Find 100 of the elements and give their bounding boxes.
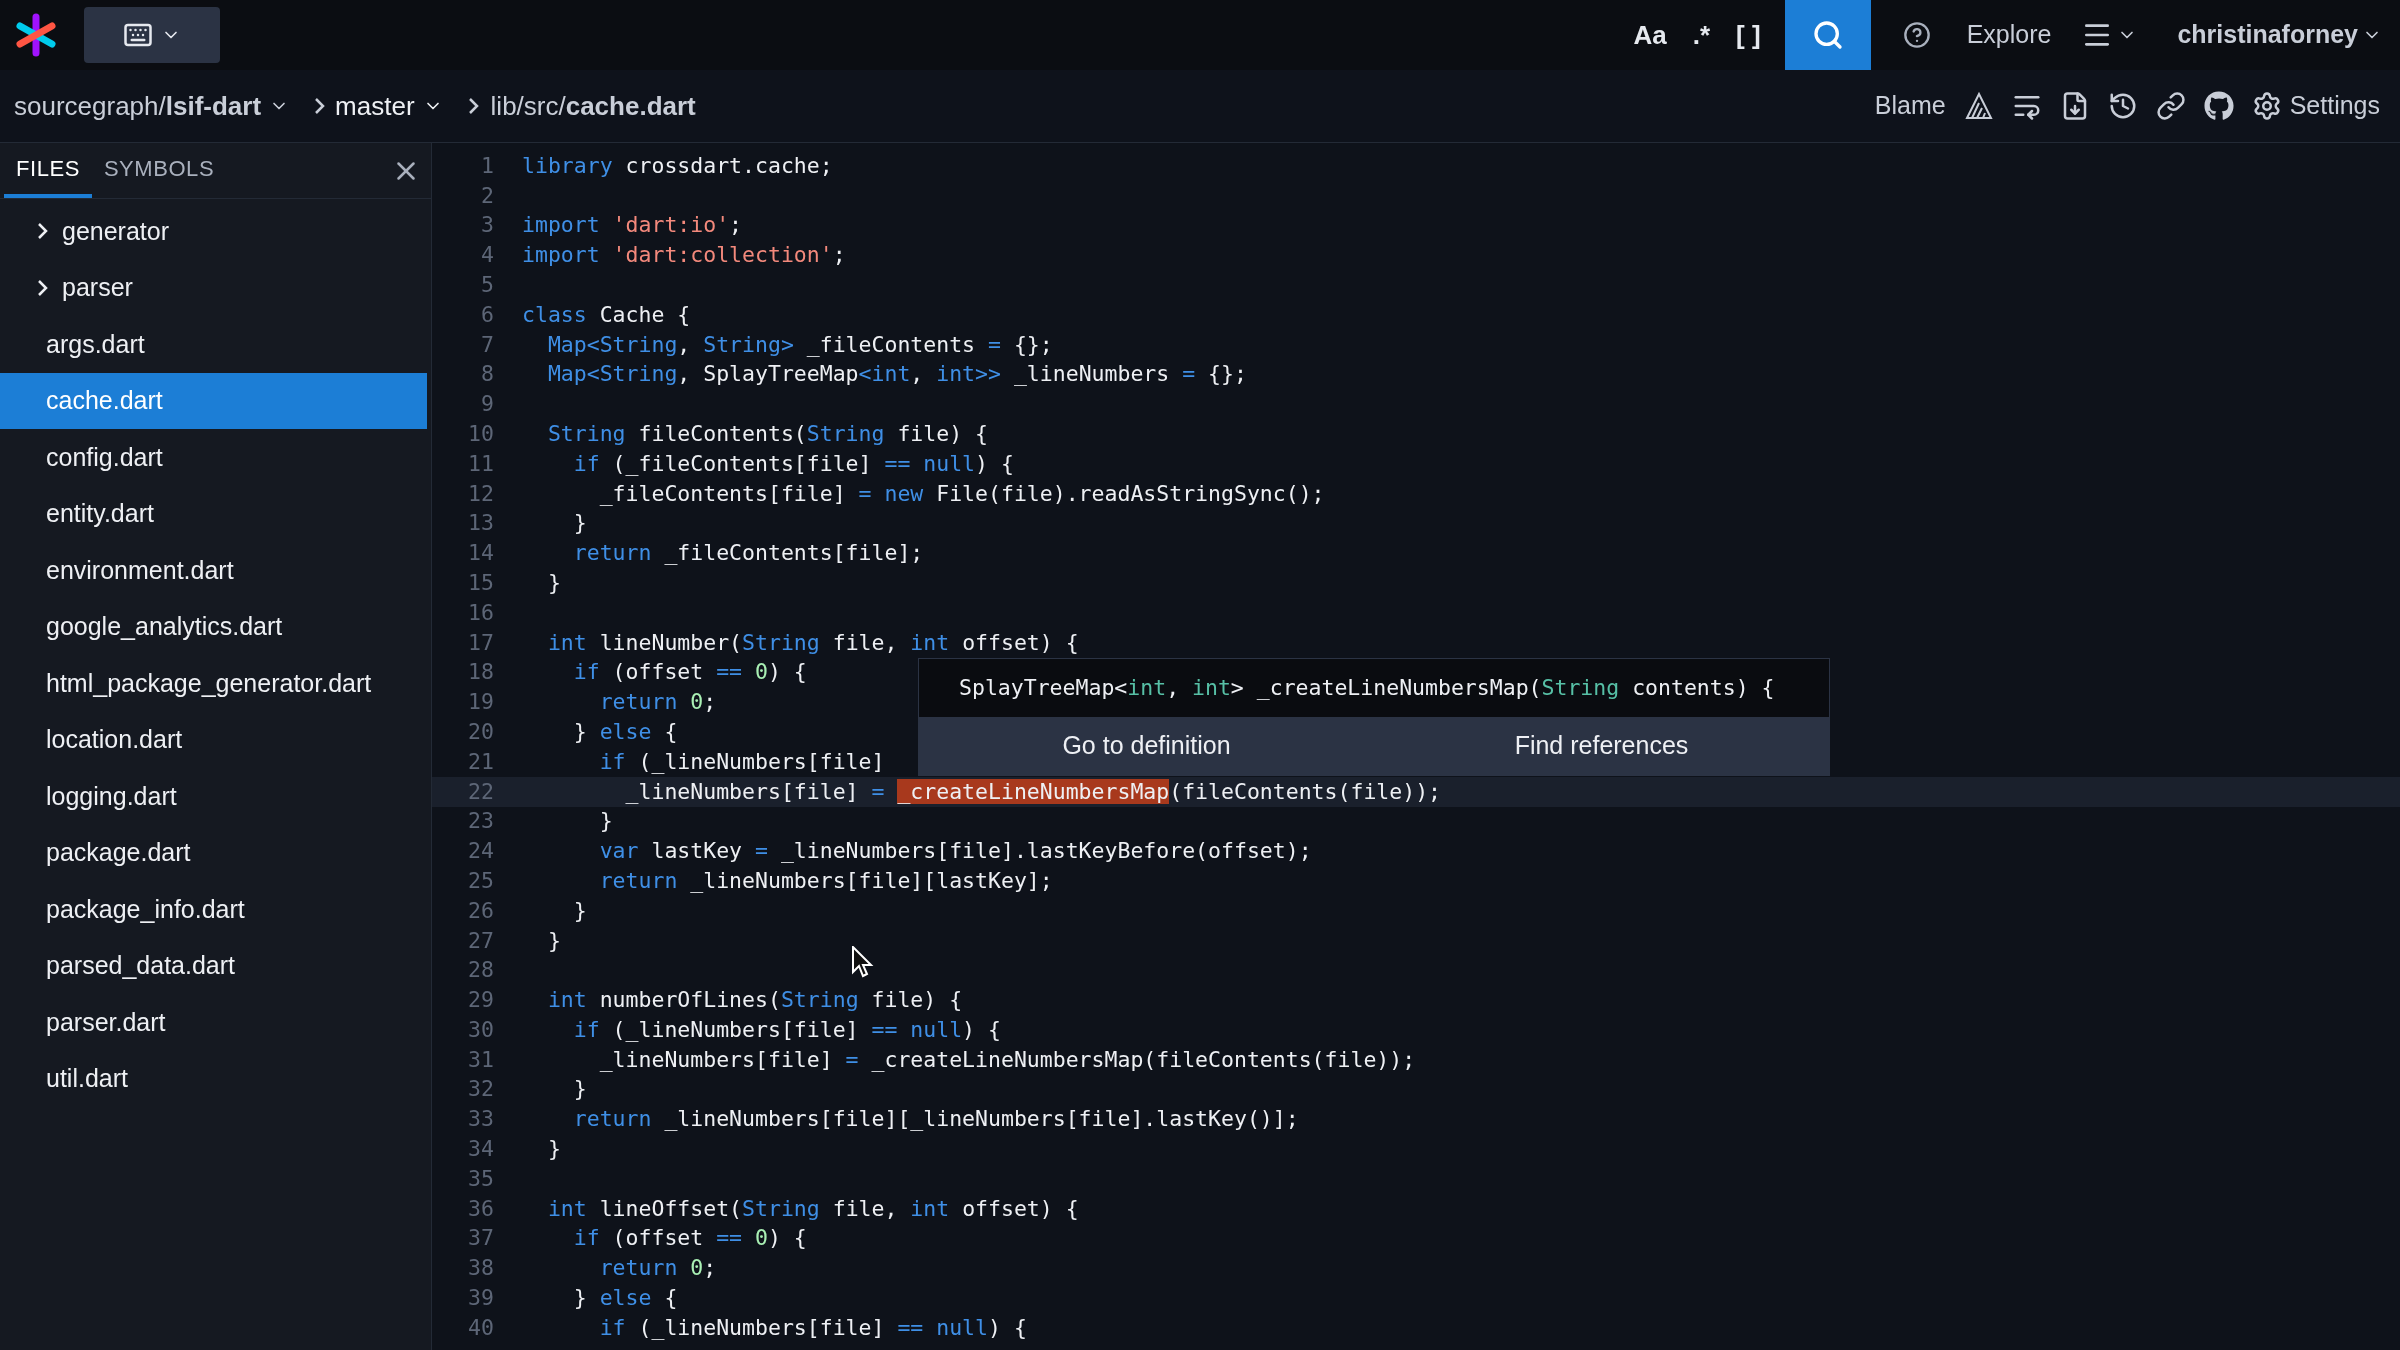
code-line: class Cache { xyxy=(522,300,691,329)
line-number: 14 xyxy=(467,539,494,568)
line-number: 8 xyxy=(480,360,494,389)
github-icon[interactable] xyxy=(2203,91,2234,121)
line-number: 7 xyxy=(480,330,494,359)
line-number: 12 xyxy=(467,479,494,508)
line-number: 27 xyxy=(467,926,494,955)
code-line: } xyxy=(546,568,561,597)
line-number: 28 xyxy=(467,956,494,985)
settings-button[interactable]: Settings xyxy=(2251,87,2380,125)
code-line: return _lineNumbers[file][lastKey]; xyxy=(598,866,1053,895)
blame-button[interactable]: Blame xyxy=(1874,87,1946,125)
line-number: 3 xyxy=(480,211,494,240)
code-line: if (_lineNumbers[file] == null) { xyxy=(598,1313,1027,1342)
line-number: 4 xyxy=(480,241,494,270)
code-line: if (_fileContents[file] == null) { xyxy=(572,449,1014,478)
search-toggle[interactable]: .* xyxy=(1688,15,1715,55)
code-line: int numberOfLines(String file) { xyxy=(546,986,963,1015)
explore-link[interactable]: Explore xyxy=(1966,16,2052,54)
line-number: 23 xyxy=(467,807,494,836)
line-number: 38 xyxy=(467,1254,494,1283)
file-tree-item[interactable]: package_info.dart xyxy=(0,881,427,938)
tooltip-action-button[interactable]: Go to definition xyxy=(919,717,1374,775)
search-icon xyxy=(1811,19,1844,51)
mouse-pointer-icon xyxy=(852,946,874,978)
line-number: 21 xyxy=(467,747,494,776)
line-number: 36 xyxy=(467,1194,494,1223)
line-number: 35 xyxy=(467,1164,494,1193)
code-line: } xyxy=(546,1135,561,1164)
search-button[interactable] xyxy=(1784,0,1871,70)
line-number: 22 xyxy=(467,777,494,806)
line-number: 24 xyxy=(467,837,494,866)
file-tree-item[interactable]: args.dart xyxy=(0,316,427,373)
help-icon[interactable] xyxy=(1902,21,1931,49)
code-line: int lineNumber(String file, int offset) { xyxy=(546,628,1079,657)
file-tree-item[interactable]: html_package_generator.dart xyxy=(0,655,427,712)
line-number: 31 xyxy=(467,1045,494,1074)
line-number: 2 xyxy=(480,181,494,210)
code-line: return _fileContents[file]; xyxy=(572,539,924,568)
code-line: int lineOffset(String file, int offset) { xyxy=(546,1194,1079,1223)
file-tree-item[interactable]: parser xyxy=(0,259,427,316)
keyboard-dropdown-button[interactable] xyxy=(84,7,220,63)
code-line: Map<String, SplayTreeMap<int, int>> _lineNumbers = {}; xyxy=(546,360,1247,389)
line-number: 17 xyxy=(467,628,494,657)
code-line: } xyxy=(572,509,587,538)
tooltip-action-button[interactable]: Find references xyxy=(1374,717,1829,775)
line-number: 34 xyxy=(467,1135,494,1164)
repository-dropdown[interactable]: sourcegraph/lsif-dart xyxy=(14,86,290,126)
line-number: 30 xyxy=(467,1015,494,1044)
file-tree-item[interactable]: parsed_data.dart xyxy=(0,937,427,994)
search-toggle[interactable]: [ ] xyxy=(1732,15,1765,55)
chevron-icon xyxy=(315,98,326,114)
line-number: 13 xyxy=(467,509,494,538)
file-tree-item[interactable]: location.dart xyxy=(0,711,427,768)
code-line: import 'dart:io'; xyxy=(522,211,743,240)
line-number: 6 xyxy=(480,300,494,329)
file-tree-item[interactable]: google_analytics.dart xyxy=(0,598,427,655)
line-number: 39 xyxy=(467,1284,494,1313)
code-line: return 0; xyxy=(598,1254,717,1283)
line-number: 20 xyxy=(467,717,494,746)
code-line: if (_lineNumbers[file] == null) { xyxy=(572,1015,1001,1044)
line-number: 16 xyxy=(467,598,494,627)
file-tree-item[interactable]: config.dart xyxy=(0,429,427,486)
file-path: lib/src/cache.dart xyxy=(490,89,696,123)
search-toggle[interactable]: Aa xyxy=(1629,15,1671,55)
file-tree-item[interactable]: entity.dart xyxy=(0,485,427,542)
file-tree-item[interactable]: logging.dart xyxy=(0,768,427,825)
file-tree-item[interactable]: generator xyxy=(0,203,427,260)
line-number: 26 xyxy=(467,896,494,925)
code-line: return _lineNumbers[file][_lineNumbers[file].lastKey()]; xyxy=(572,1105,1299,1134)
code-line: String fileContents(String file) { xyxy=(546,419,988,448)
line-number: 33 xyxy=(467,1105,494,1134)
code-line: } xyxy=(572,896,587,925)
sidebar-tab[interactable]: FILES xyxy=(4,143,92,198)
code-line: } xyxy=(598,807,613,836)
file-tree-item[interactable]: environment.dart xyxy=(0,542,427,599)
code-line: _lineNumbers[file] = _createLineNumbersMap(fileContents(file)); xyxy=(624,777,1442,806)
code-line: if (offset == 0) { xyxy=(572,658,807,687)
link-icon[interactable] xyxy=(2155,91,2186,121)
revision-dropdown[interactable]: master xyxy=(335,86,443,126)
code-line: if (_lineNumbers[file] xyxy=(598,747,885,776)
line-number: 5 xyxy=(480,270,494,299)
code-line: } else { xyxy=(572,717,678,746)
code-line: } xyxy=(572,1075,587,1104)
tooltip-signature: SplayTreeMap<int, int> _createLineNumbersMap(String contents) { xyxy=(958,673,1776,702)
sidebar-tab[interactable]: SYMBOLS xyxy=(91,143,227,198)
code-line: _fileContents[file] = new File(file).readAsStringSync(); xyxy=(598,479,1325,508)
user-menu-button[interactable]: christinaforney xyxy=(2177,16,2382,54)
line-number: 19 xyxy=(467,688,494,717)
logo-icon[interactable] xyxy=(14,13,58,57)
line-number: 29 xyxy=(467,986,494,1015)
line-number: 40 xyxy=(467,1313,494,1342)
file-tree-item[interactable]: package.dart xyxy=(0,824,427,881)
code-line: _lineNumbers[file] = _createLineNumbersMap(fileContents(file)); xyxy=(598,1045,1416,1074)
file-tree-item[interactable]: util.dart xyxy=(0,1050,427,1107)
stripes-icon[interactable] xyxy=(1963,91,1994,121)
file-tree-item[interactable]: cache.dart xyxy=(0,372,427,429)
line-number: 9 xyxy=(480,390,494,419)
code-line: var lastKey = _lineNumbers[file].lastKeyBefore(offset); xyxy=(598,837,1312,866)
file-tree-item[interactable]: parser.dart xyxy=(0,994,427,1051)
